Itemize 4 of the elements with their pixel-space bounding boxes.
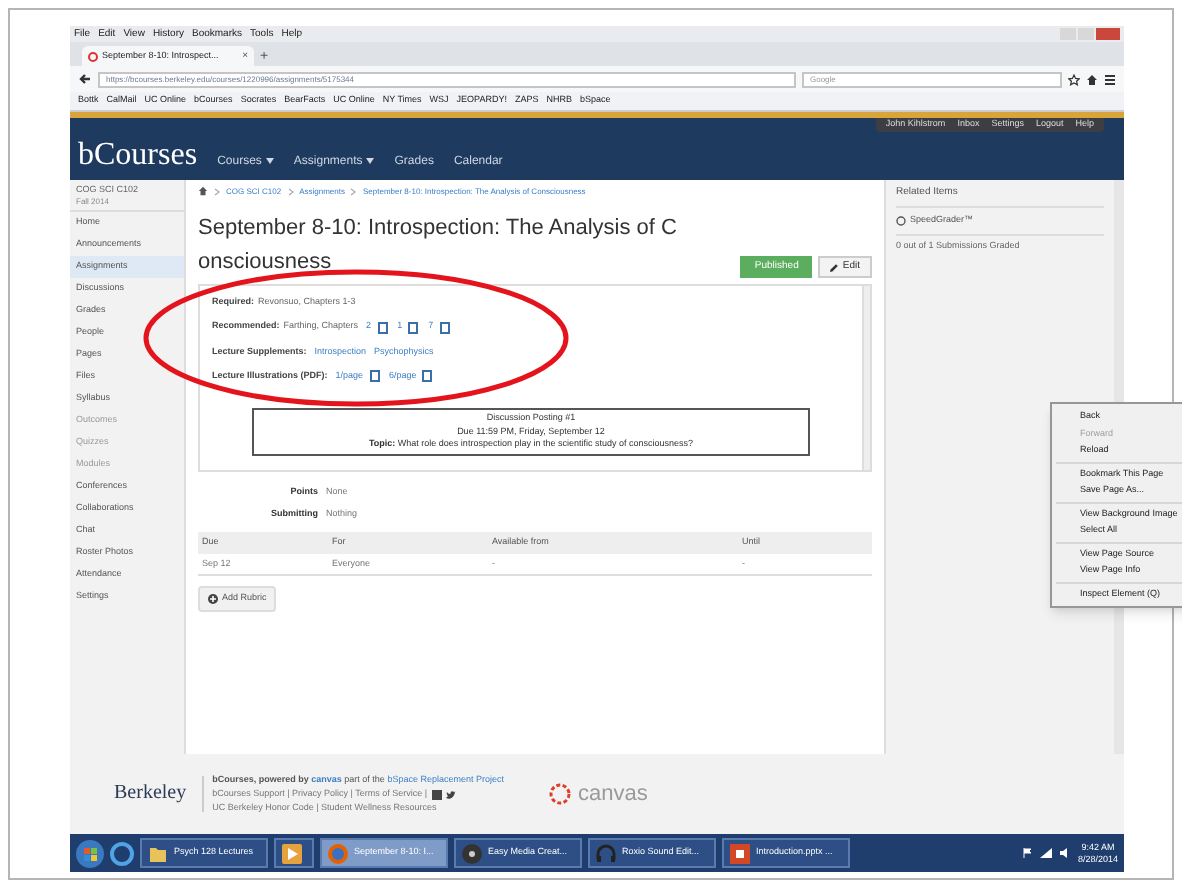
berkeley-logo: Berkeley [114, 784, 187, 804]
canvas-logo: canvas [577, 783, 648, 805]
assignment-title: September 8-10: Introspection: The Analysis of C [198, 214, 677, 244]
assignment-title: onsciousness [198, 248, 334, 278]
